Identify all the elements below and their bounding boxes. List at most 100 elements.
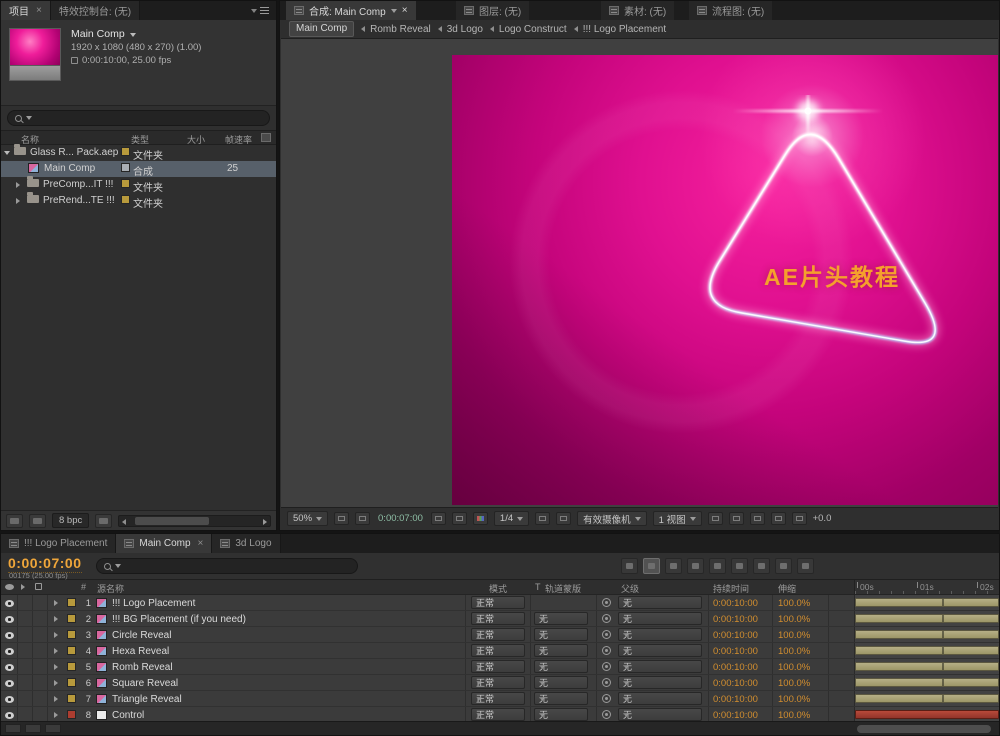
column-t[interactable]: T bbox=[535, 582, 541, 592]
layer-name[interactable]: Triangle Reveal bbox=[112, 694, 182, 705]
column-duration[interactable]: 持续时间 bbox=[713, 582, 749, 595]
table-row[interactable]: 3 Circle Reveal 正常 无 无 0:00:10:00 100.0% bbox=[1, 627, 999, 643]
parent-dropdown[interactable]: 无 bbox=[618, 692, 702, 705]
column-parent[interactable]: 父级 bbox=[621, 582, 639, 595]
label-color[interactable] bbox=[67, 678, 76, 687]
parent-dropdown[interactable]: 无 bbox=[618, 644, 702, 657]
layer-track[interactable] bbox=[854, 611, 999, 626]
label-color[interactable] bbox=[67, 710, 76, 719]
column-mode[interactable]: 模式 bbox=[471, 582, 525, 595]
scrollbar-thumb[interactable] bbox=[135, 517, 209, 525]
pickwhip-icon[interactable] bbox=[602, 710, 611, 719]
layer-track[interactable] bbox=[854, 691, 999, 706]
close-icon[interactable]: × bbox=[402, 5, 408, 16]
expand-parent-column-icon[interactable] bbox=[25, 724, 41, 733]
trkmat-dropdown[interactable]: 无 bbox=[534, 644, 588, 657]
trkmat-dropdown[interactable]: 无 bbox=[534, 708, 588, 721]
view-layout-dropdown[interactable]: 1 视图 bbox=[653, 511, 702, 526]
scroll-left-icon[interactable] bbox=[122, 519, 126, 525]
expand-arrow-icon[interactable] bbox=[16, 182, 20, 188]
layer-name[interactable]: !!! BG Placement (if you need) bbox=[112, 614, 246, 625]
layer-expand-arrow[interactable] bbox=[54, 696, 58, 702]
stretch-value[interactable]: 100.0% bbox=[778, 630, 810, 641]
panel-menu-button[interactable] bbox=[244, 1, 276, 20]
parent-dropdown[interactable]: 无 bbox=[618, 676, 702, 689]
trash-icon[interactable] bbox=[95, 514, 112, 528]
tab-flowchart[interactable]: 流程图: (无) bbox=[689, 1, 772, 20]
frame-blending-icon[interactable] bbox=[709, 558, 726, 574]
flowchart-button-icon[interactable] bbox=[771, 512, 786, 525]
visibility-eye-icon[interactable] bbox=[5, 648, 14, 655]
parent-dropdown[interactable]: 无 bbox=[618, 660, 702, 673]
duration-value[interactable]: 0:00:10:00 bbox=[713, 630, 758, 641]
pickwhip-icon[interactable] bbox=[602, 678, 611, 687]
layer-duration-bar[interactable] bbox=[855, 630, 999, 639]
trkmat-dropdown[interactable]: 无 bbox=[534, 676, 588, 689]
close-icon[interactable]: × bbox=[36, 5, 42, 16]
stretch-value[interactable]: 100.0% bbox=[778, 694, 810, 705]
layer-expand-arrow[interactable] bbox=[54, 632, 58, 638]
trkmat-dropdown[interactable]: 无 bbox=[534, 660, 588, 673]
close-icon[interactable]: × bbox=[198, 538, 204, 549]
mode-dropdown[interactable]: 正常 bbox=[471, 692, 525, 705]
layer-track[interactable] bbox=[854, 627, 999, 642]
stretch-value[interactable]: 100.0% bbox=[778, 598, 810, 609]
magnification-dropdown[interactable]: 50% bbox=[287, 511, 328, 526]
table-row[interactable]: 6 Square Reveal 正常 无 无 0:00:10:00 100.0% bbox=[1, 675, 999, 691]
layer-duration-bar[interactable] bbox=[855, 614, 999, 623]
pickwhip-icon[interactable] bbox=[602, 598, 611, 607]
trkmat-dropdown[interactable]: 无 bbox=[534, 692, 588, 705]
stretch-value[interactable]: 100.0% bbox=[778, 678, 810, 689]
expand-arrow-icon[interactable] bbox=[4, 151, 10, 155]
parent-dropdown[interactable]: 无 bbox=[618, 596, 702, 609]
layer-name[interactable]: !!! Logo Placement bbox=[112, 598, 195, 609]
new-folder-icon[interactable] bbox=[29, 514, 46, 528]
table-row[interactable]: 1 !!! Logo Placement 正常 无 0:00:10:00 100… bbox=[1, 595, 999, 611]
timeline-tab-main-comp[interactable]: Main Comp × bbox=[116, 534, 212, 553]
stretch-value[interactable]: 100.0% bbox=[778, 662, 810, 673]
preview-time[interactable]: 0:00:07:00 bbox=[376, 513, 425, 524]
table-row[interactable]: 4 Hexa Reveal 正常 无 无 0:00:10:00 100.0% bbox=[1, 643, 999, 659]
layer-name[interactable]: Control bbox=[112, 710, 144, 721]
layer-track[interactable] bbox=[854, 707, 999, 722]
exposure-value[interactable]: +0.0 bbox=[813, 513, 832, 524]
layer-duration-bar[interactable] bbox=[855, 678, 999, 687]
visibility-eye-icon[interactable] bbox=[5, 712, 14, 719]
breadcrumb[interactable]: Romb Reveal bbox=[361, 24, 431, 35]
table-row[interactable]: 2 !!! BG Placement (if you need) 正常 无 无 … bbox=[1, 611, 999, 627]
breadcrumb[interactable]: !!! Logo Placement bbox=[574, 24, 666, 35]
layer-track[interactable] bbox=[854, 595, 999, 610]
hide-shy-layers-icon[interactable] bbox=[687, 558, 704, 574]
column-trkmat[interactable]: 轨道蒙版 bbox=[545, 582, 581, 595]
expand-arrow-icon[interactable] bbox=[16, 198, 20, 204]
parent-dropdown[interactable]: 无 bbox=[618, 612, 702, 625]
label-color[interactable] bbox=[121, 179, 130, 188]
time-ruler[interactable]: 00s 01s 02s bbox=[854, 580, 999, 594]
table-row[interactable]: 7 Triangle Reveal 正常 无 无 0:00:10:00 100.… bbox=[1, 691, 999, 707]
composition-view[interactable]: AE片头教程 bbox=[452, 55, 998, 505]
brainstorm-icon[interactable] bbox=[753, 558, 770, 574]
column-stretch[interactable]: 伸缩 bbox=[778, 582, 796, 595]
show-snapshot-icon[interactable] bbox=[452, 512, 467, 525]
table-row[interactable]: 5 Romb Reveal 正常 无 无 0:00:10:00 100.0% bbox=[1, 659, 999, 675]
snapshot-camera-icon[interactable] bbox=[431, 512, 446, 525]
scroll-right-icon[interactable] bbox=[263, 519, 267, 525]
layer-expand-arrow[interactable] bbox=[54, 648, 58, 654]
tab-project[interactable]: 项目 × bbox=[1, 1, 51, 20]
project-row-main-comp[interactable]: Main Comp 合成 25 bbox=[1, 161, 276, 177]
fast-preview-icon[interactable] bbox=[729, 512, 744, 525]
layer-track[interactable] bbox=[854, 659, 999, 674]
layer-track[interactable] bbox=[854, 675, 999, 690]
region-of-interest-icon[interactable] bbox=[535, 512, 550, 525]
mode-dropdown[interactable]: 正常 bbox=[471, 612, 525, 625]
camera-view-dropdown[interactable]: 有效摄像机 bbox=[577, 511, 647, 526]
layer-name[interactable]: Square Reveal bbox=[112, 678, 178, 689]
label-color[interactable] bbox=[67, 662, 76, 671]
pixel-aspect-correction-icon[interactable] bbox=[708, 512, 723, 525]
live-update-icon[interactable] bbox=[643, 558, 660, 574]
project-row-prerenders[interactable]: PreRend...TE !!! 文件夹 bbox=[1, 193, 276, 209]
column-number[interactable]: # bbox=[81, 582, 86, 592]
tab-footage[interactable]: 素材: (无) bbox=[601, 1, 674, 20]
label-color[interactable] bbox=[121, 147, 130, 156]
trkmat-dropdown[interactable]: 无 bbox=[534, 612, 588, 625]
